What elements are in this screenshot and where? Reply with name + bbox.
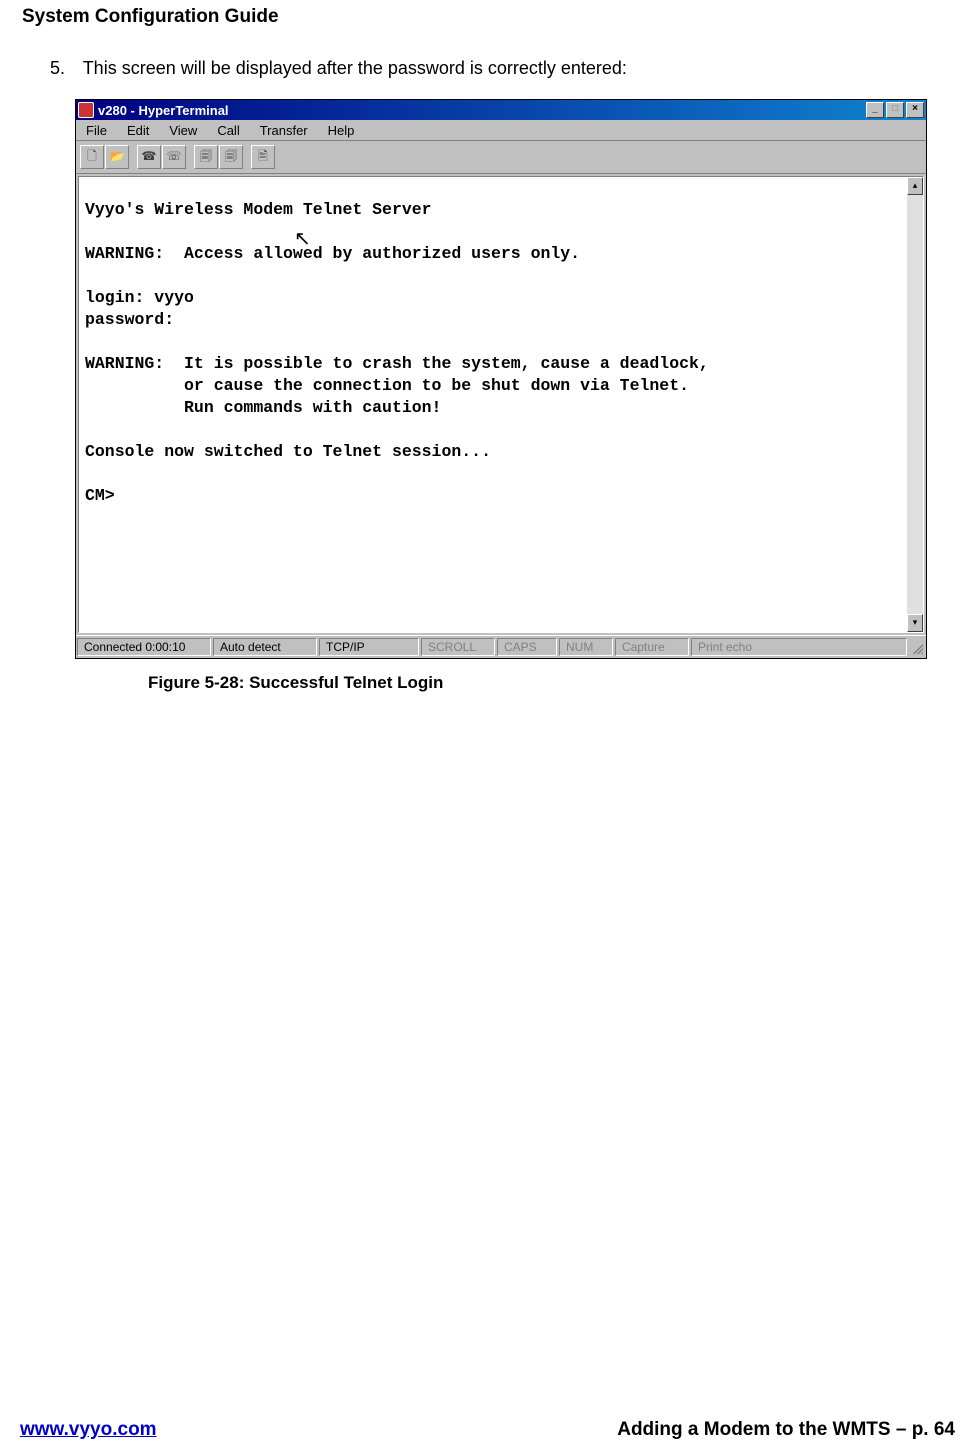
- page-title: System Configuration Guide: [22, 6, 955, 28]
- terminal-output[interactable]: Vyyo's Wireless Modem Telnet Server WARN…: [79, 177, 907, 632]
- menu-call[interactable]: Call: [213, 123, 243, 138]
- figure-caption: Figure 5-28: Successful Telnet Login: [148, 673, 955, 693]
- toolbar: 🗋 📂 ☎ ☏ 🗐 🗐 🖹: [76, 141, 926, 174]
- status-echo: Print echo: [691, 638, 907, 656]
- footer-page-info: Adding a Modem to the WMTS – p. 64: [617, 1419, 955, 1441]
- status-connected: Connected 0:00:10: [77, 638, 211, 656]
- menu-help[interactable]: Help: [324, 123, 359, 138]
- maximize-button[interactable]: □: [886, 102, 904, 118]
- document-page: System Configuration Guide 5. This scree…: [0, 0, 975, 1451]
- terminal-wrap: Vyyo's Wireless Modem Telnet Server WARN…: [78, 176, 924, 633]
- window-title: v280 - HyperTerminal: [98, 103, 866, 118]
- minimize-button[interactable]: _: [866, 102, 884, 118]
- toolbar-receive-icon[interactable]: 🗐: [219, 145, 243, 169]
- status-protocol: TCP/IP: [319, 638, 419, 656]
- vertical-scrollbar[interactable]: ▴ ▾: [907, 177, 923, 632]
- status-caps: CAPS: [497, 638, 557, 656]
- titlebar[interactable]: v280 - HyperTerminal _ □ ×: [76, 100, 926, 120]
- hyperterminal-window: v280 - HyperTerminal _ □ × File Edit Vie…: [75, 99, 927, 659]
- toolbar-separator: [130, 146, 136, 168]
- menu-view[interactable]: View: [165, 123, 201, 138]
- menu-edit[interactable]: Edit: [123, 123, 153, 138]
- app-icon: [78, 102, 94, 118]
- toolbar-open-icon[interactable]: 📂: [105, 145, 129, 169]
- step-text: This screen will be displayed after the …: [83, 58, 627, 78]
- window-control-buttons: _ □ ×: [866, 102, 924, 118]
- toolbar-send-icon[interactable]: 🗐: [194, 145, 218, 169]
- scroll-up-button[interactable]: ▴: [907, 177, 923, 195]
- menubar: File Edit View Call Transfer Help: [76, 120, 926, 141]
- toolbar-separator: [244, 146, 250, 168]
- step-number: 5.: [50, 58, 78, 79]
- scroll-down-button[interactable]: ▾: [907, 614, 923, 632]
- status-detect: Auto detect: [213, 638, 317, 656]
- statusbar: Connected 0:00:10 Auto detect TCP/IP SCR…: [76, 635, 926, 658]
- status-capture: Capture: [615, 638, 689, 656]
- menu-file[interactable]: File: [82, 123, 111, 138]
- scroll-track[interactable]: [907, 195, 923, 614]
- status-num: NUM: [559, 638, 613, 656]
- toolbar-properties-icon[interactable]: 🖹: [251, 145, 275, 169]
- toolbar-hangup-icon[interactable]: ☏: [162, 145, 186, 169]
- status-scroll: SCROLL: [421, 638, 495, 656]
- toolbar-separator: [187, 146, 193, 168]
- page-footer: www.vyyo.com Adding a Modem to the WMTS …: [20, 1419, 955, 1441]
- close-button[interactable]: ×: [906, 102, 924, 118]
- toolbar-call-icon[interactable]: ☎: [137, 145, 161, 169]
- menu-transfer[interactable]: Transfer: [256, 123, 312, 138]
- toolbar-new-icon[interactable]: 🗋: [80, 145, 104, 169]
- resize-grip-icon[interactable]: [909, 638, 925, 656]
- step-line: 5. This screen will be displayed after t…: [50, 58, 955, 79]
- footer-link[interactable]: www.vyyo.com: [20, 1419, 157, 1441]
